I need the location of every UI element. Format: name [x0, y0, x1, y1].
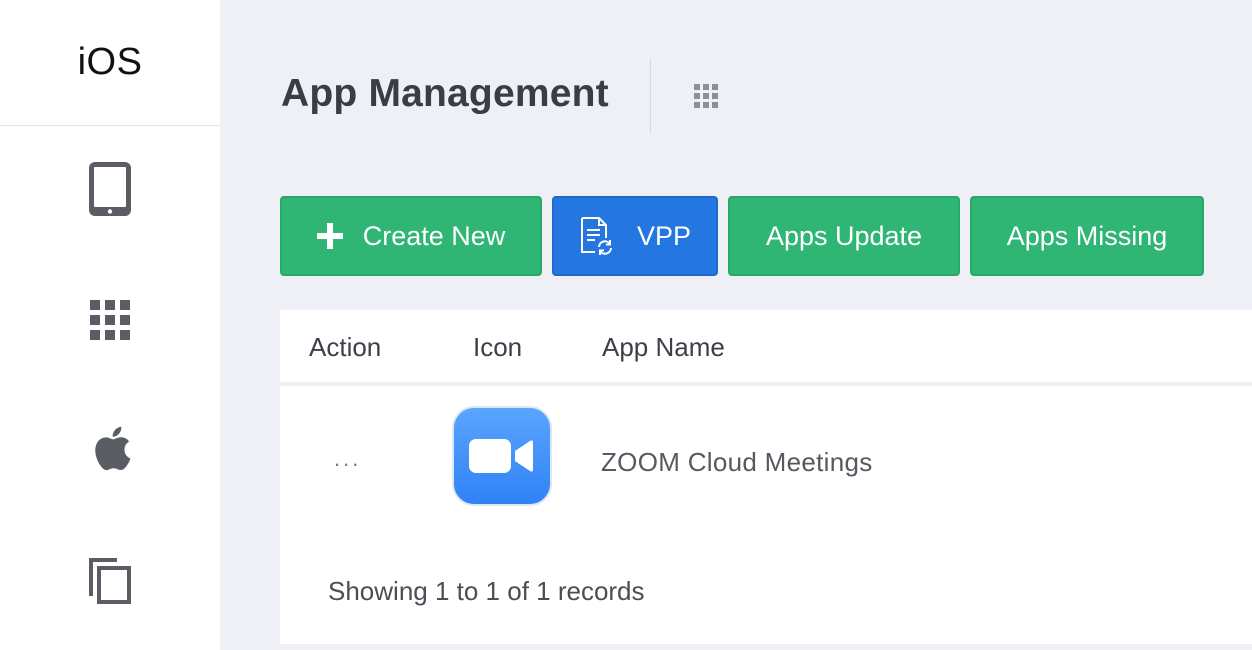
apps-update-button[interactable]: Apps Update	[728, 196, 960, 276]
apps-update-label: Apps Update	[765, 220, 923, 251]
app-name-cell[interactable]: ZOOM Cloud Meetings	[601, 447, 873, 478]
vpp-button[interactable]: VPP	[552, 196, 718, 276]
grid-menu-icon[interactable]	[694, 84, 718, 113]
apps-table: Action Icon App Name ... ZOOM Cloud Meet…	[280, 310, 1252, 644]
copy-icon[interactable]	[87, 556, 133, 604]
sidebar: iOS	[0, 0, 220, 650]
apps-grid-icon[interactable]	[90, 300, 130, 340]
apple-icon[interactable]	[88, 422, 132, 474]
create-new-button[interactable]: Create New	[280, 196, 542, 276]
row-action-menu[interactable]: ...	[334, 446, 361, 472]
vpp-label: VPP	[636, 220, 692, 251]
create-new-label: Create New	[362, 220, 506, 251]
document-sync-icon	[579, 216, 615, 256]
main-content: App Management Create New VPP Apps Updat…	[220, 0, 1252, 650]
column-header-action[interactable]: Action	[309, 332, 381, 363]
column-header-app-name[interactable]: App Name	[602, 332, 725, 363]
zoom-app-icon	[452, 406, 552, 506]
column-header-icon[interactable]: Icon	[473, 332, 522, 363]
apps-missing-button[interactable]: Apps Missing	[970, 196, 1204, 276]
plus-icon	[316, 223, 343, 249]
title-divider	[650, 58, 651, 134]
tablet-icon[interactable]	[87, 160, 133, 218]
page-title: App Management	[281, 72, 609, 115]
sidebar-title: iOS	[0, 0, 220, 126]
apps-missing-label: Apps Missing	[1006, 220, 1168, 251]
records-info: Showing 1 to 1 of 1 records	[328, 576, 645, 606]
table-header: Action Icon App Name	[280, 310, 1252, 386]
